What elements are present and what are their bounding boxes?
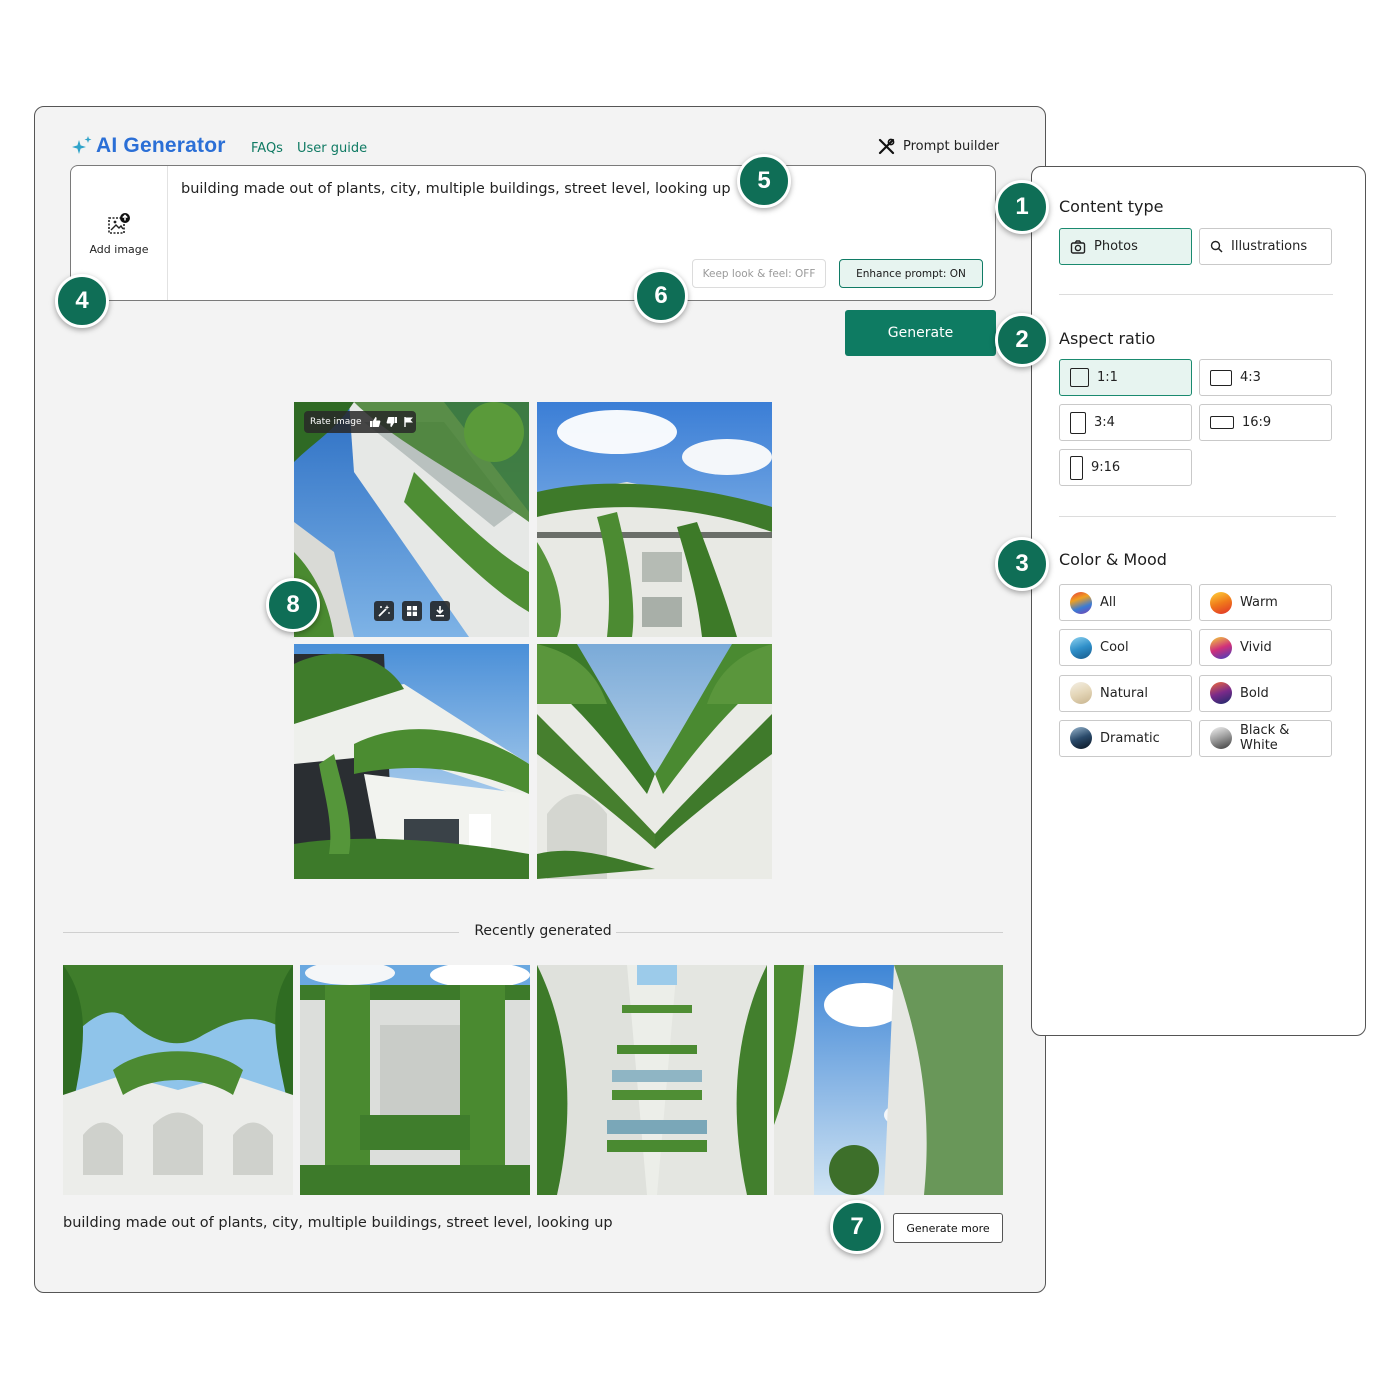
download-icon[interactable] bbox=[430, 601, 450, 621]
mood-option-warm[interactable]: Warm bbox=[1199, 584, 1332, 621]
prompt-box: Add image building made out of plants, c… bbox=[70, 165, 996, 301]
section-divider bbox=[1059, 294, 1333, 295]
square-ratio-icon bbox=[1070, 368, 1089, 387]
content-type-illustrations[interactable]: Illustrations bbox=[1199, 228, 1332, 265]
callout-badge-4: 4 bbox=[55, 274, 109, 328]
mood-swatch-icon bbox=[1070, 682, 1092, 705]
mood-option-vivid[interactable]: Vivid bbox=[1199, 629, 1332, 667]
callout-badge-7: 7 bbox=[830, 1200, 884, 1254]
mood-swatch-icon bbox=[1210, 591, 1232, 614]
mood-option-label: Natural bbox=[1100, 685, 1148, 701]
aspect-1-1-label: 1:1 bbox=[1097, 370, 1118, 385]
app-brand[interactable]: AI Generator bbox=[70, 134, 226, 158]
enhance-prompt-toggle[interactable]: Enhance prompt: ON bbox=[839, 259, 983, 288]
mood-swatch-icon bbox=[1070, 636, 1092, 659]
content-type-photos[interactable]: Photos bbox=[1059, 228, 1192, 265]
callout-badge-2: 2 bbox=[995, 313, 1049, 367]
mood-option-all[interactable]: All bbox=[1059, 584, 1192, 621]
aspect-16-9-label: 16:9 bbox=[1242, 415, 1272, 430]
mood-swatch-icon bbox=[1210, 636, 1232, 659]
sparkle-icon bbox=[72, 136, 92, 154]
callout-badge-8: 8 bbox=[266, 578, 320, 632]
mood-option-natural[interactable]: Natural bbox=[1059, 674, 1192, 712]
tools-icon bbox=[878, 138, 895, 155]
thumbs-down-icon[interactable] bbox=[386, 416, 398, 428]
aspect-3-4-label: 3:4 bbox=[1094, 415, 1115, 430]
app-title: AI Generator bbox=[96, 134, 226, 157]
prompt-builder-label: Prompt builder bbox=[903, 139, 1000, 154]
mood-swatch-icon bbox=[1210, 727, 1232, 750]
recent-prompt-text: building made out of plants, city, multi… bbox=[63, 1215, 613, 1231]
thumbs-up-icon[interactable] bbox=[369, 416, 381, 428]
aspect-16-9[interactable]: 16:9 bbox=[1199, 404, 1332, 441]
wide-ratio-icon bbox=[1210, 416, 1234, 429]
mood-option-label: Black & White bbox=[1240, 723, 1290, 754]
content-type-title: Content type bbox=[1059, 197, 1164, 216]
aspect-9-16-label: 9:16 bbox=[1091, 460, 1121, 475]
mood-swatch-icon bbox=[1070, 591, 1092, 614]
callout-badge-3: 3 bbox=[995, 537, 1049, 591]
generated-image-3[interactable] bbox=[294, 644, 529, 879]
aspect-3-4[interactable]: 3:4 bbox=[1059, 404, 1192, 441]
flag-icon[interactable] bbox=[403, 416, 415, 428]
mood-option-label: Warm bbox=[1240, 595, 1278, 610]
mood-option-black-white[interactable]: Black & White bbox=[1199, 719, 1332, 757]
aspect-ratio-title: Aspect ratio bbox=[1059, 329, 1156, 348]
callout-badge-1: 1 bbox=[995, 180, 1049, 234]
faqs-link[interactable]: FAQs bbox=[251, 141, 283, 156]
illustrations-label: Illustrations bbox=[1231, 239, 1308, 254]
magic-wand-icon[interactable] bbox=[374, 601, 394, 621]
recent-title: Recently generated bbox=[474, 923, 612, 939]
mood-option-cool[interactable]: Cool bbox=[1059, 629, 1192, 667]
mood-swatch-icon bbox=[1210, 682, 1232, 705]
recent-image-3[interactable] bbox=[537, 965, 767, 1195]
mood-option-label: Cool bbox=[1100, 640, 1129, 656]
recent-image-2[interactable] bbox=[300, 965, 530, 1195]
user-guide-link[interactable]: User guide bbox=[297, 141, 367, 156]
aspect-1-1[interactable]: 1:1 bbox=[1059, 359, 1192, 396]
portrait-ratio-icon bbox=[1070, 411, 1086, 434]
mood-option-label: Bold bbox=[1240, 685, 1269, 701]
generate-button[interactable]: Generate bbox=[845, 310, 996, 356]
generated-image-2[interactable] bbox=[537, 402, 772, 637]
aspect-4-3[interactable]: 4:3 bbox=[1199, 359, 1332, 396]
generate-more-button[interactable]: Generate more bbox=[893, 1213, 1003, 1243]
recent-divider-left bbox=[63, 932, 459, 933]
mood-option-bold[interactable]: Bold bbox=[1199, 674, 1332, 712]
recent-image-1[interactable] bbox=[63, 965, 293, 1195]
keep-look-toggle[interactable]: Keep look & feel: OFF bbox=[692, 259, 826, 288]
section-divider bbox=[1059, 516, 1336, 517]
mood-option-label: Dramatic bbox=[1100, 730, 1160, 746]
mood-swatch-icon bbox=[1070, 727, 1092, 750]
landscape-ratio-icon bbox=[1210, 369, 1232, 386]
recent-divider-right bbox=[616, 932, 1003, 933]
add-image-icon bbox=[108, 212, 130, 234]
aspect-9-16[interactable]: 9:16 bbox=[1059, 449, 1192, 486]
prompt-input[interactable]: building made out of plants, city, multi… bbox=[181, 181, 731, 197]
rate-image-bar: Rate image bbox=[304, 411, 416, 433]
recent-image-4[interactable] bbox=[774, 965, 1003, 1195]
photos-label: Photos bbox=[1094, 239, 1138, 254]
aspect-4-3-label: 4:3 bbox=[1240, 370, 1261, 385]
grid-icon[interactable] bbox=[402, 601, 422, 621]
search-icon bbox=[1210, 240, 1223, 253]
tall-ratio-icon bbox=[1070, 455, 1083, 480]
prompt-builder-button[interactable]: Prompt builder bbox=[878, 138, 999, 155]
rate-image-label: Rate image bbox=[310, 417, 362, 427]
color-mood-title: Color & Mood bbox=[1059, 550, 1167, 569]
mood-option-label: All bbox=[1100, 595, 1117, 610]
mood-option-label: Vivid bbox=[1240, 640, 1272, 656]
add-image-label: Add image bbox=[89, 242, 149, 256]
callout-badge-6: 6 bbox=[634, 269, 688, 323]
generated-image-4[interactable] bbox=[537, 644, 772, 879]
callout-badge-5: 5 bbox=[737, 154, 791, 208]
mood-option-dramatic[interactable]: Dramatic bbox=[1059, 719, 1192, 757]
camera-icon bbox=[1070, 239, 1086, 254]
